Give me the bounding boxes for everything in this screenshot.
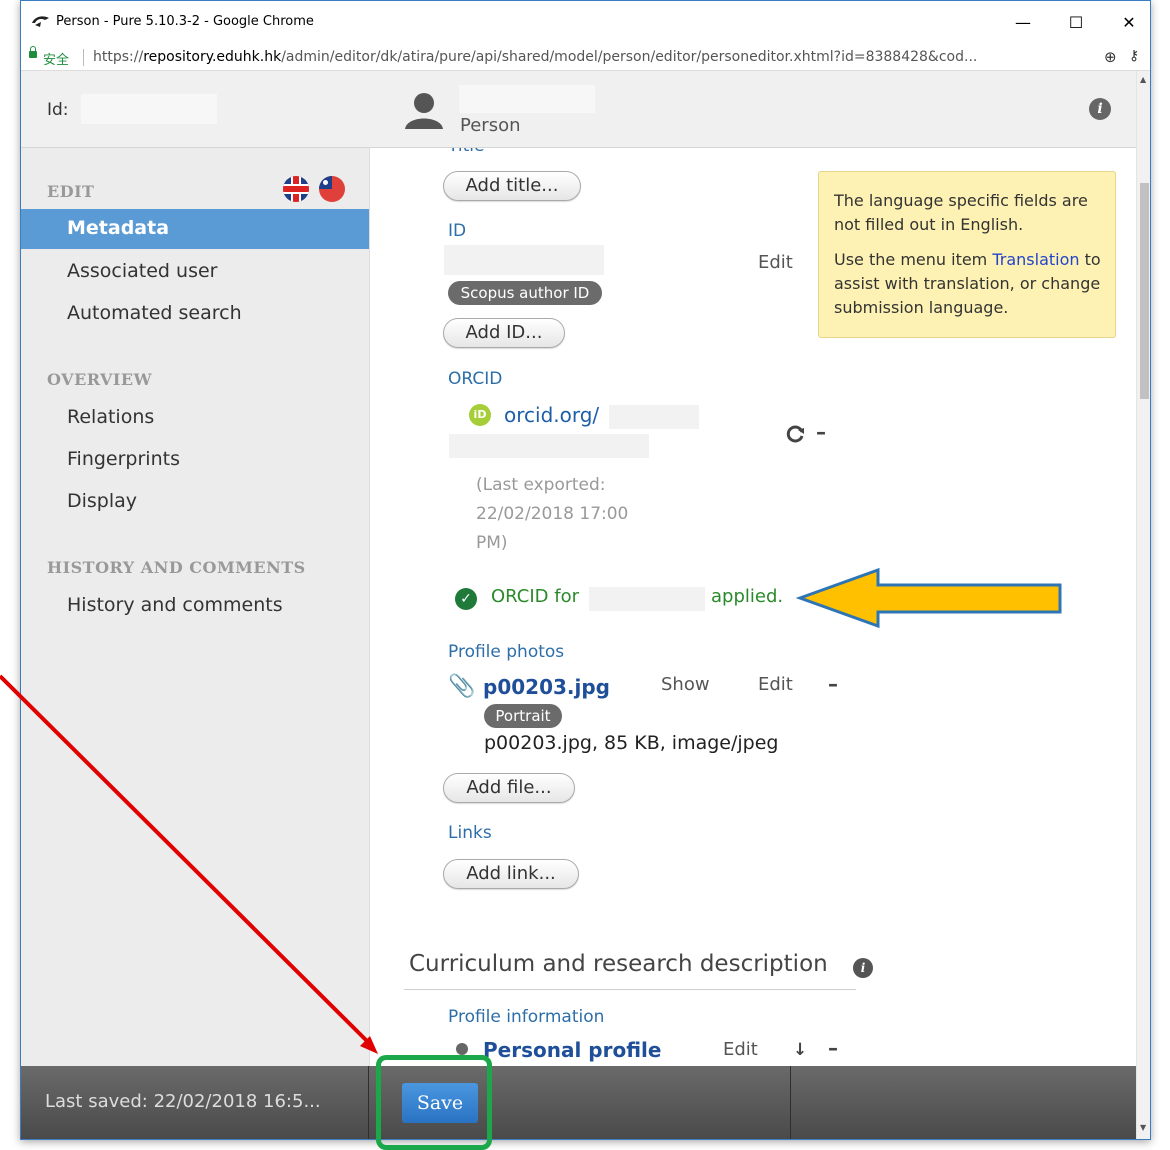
sidebar-heading-overview: OVERVIEW — [47, 370, 153, 389]
remove-profile-icon[interactable]: – — [828, 1036, 838, 1060]
id-value-redacted — [444, 245, 604, 275]
sidebar-item-automated-search[interactable]: Automated search — [67, 302, 242, 324]
orcid-applied-prefix: ORCID for — [491, 586, 579, 607]
person-name-redacted — [459, 85, 595, 113]
scroll-up-icon[interactable]: ▲ — [1140, 75, 1146, 84]
scopus-author-id-tag: Scopus author ID — [448, 281, 602, 305]
personal-profile-link[interactable]: Personal profile — [483, 1038, 661, 1062]
move-down-icon[interactable]: ↓ — [793, 1040, 807, 1060]
orcid-link[interactable]: orcid.org/ — [504, 403, 599, 427]
add-link-button[interactable]: Add link... — [443, 859, 579, 889]
key-icon[interactable]: ⚷ — [1129, 48, 1139, 64]
translation-link[interactable]: Translation — [992, 250, 1079, 269]
orcid-name-redacted — [589, 587, 705, 611]
orcid-label: ORCID — [448, 369, 503, 389]
person-type-label: Person — [460, 115, 521, 136]
add-title-button[interactable]: Add title... — [443, 171, 581, 201]
footer-bar: Last saved: 22/02/2018 16:5... Save — [21, 1066, 1136, 1139]
secure-label: 安全 — [43, 53, 70, 68]
taiwan-flag-icon[interactable] — [319, 176, 345, 202]
id-field-label: ID — [448, 221, 467, 241]
sidebar-item-display[interactable]: Display — [67, 490, 137, 512]
sidebar-item-metadata[interactable]: Metadata — [21, 209, 383, 249]
zoom-icon[interactable]: ⊕ — [1104, 48, 1117, 66]
sidebar-heading-history: HISTORY AND COMMENTS — [47, 558, 306, 577]
curriculum-section-title: Curriculum and research description — [409, 951, 828, 977]
remove-orcid-icon[interactable]: – — [816, 420, 826, 444]
title-label: Title — [448, 148, 484, 156]
profile-photos-label: Profile photos — [448, 642, 565, 662]
photo-file-link[interactable]: p00203.jpg — [483, 675, 610, 699]
curriculum-info-icon[interactable]: i — [853, 958, 873, 978]
photo-show-link[interactable]: Show — [661, 674, 710, 695]
sidebar-heading-edit: EDIT — [47, 182, 95, 201]
orcid-id-redacted — [609, 405, 699, 429]
add-file-button[interactable]: Add file... — [443, 773, 575, 803]
person-icon — [405, 93, 443, 129]
tooltip-line1: The language specific fields are not fil… — [834, 191, 1088, 234]
lock-icon — [29, 46, 37, 58]
scrollbar-thumb[interactable] — [1140, 183, 1149, 399]
tooltip-line2-prefix: Use the menu item — [834, 250, 993, 269]
orcid-icon: iD — [469, 404, 491, 426]
refresh-icon[interactable] — [786, 424, 806, 444]
url-host: repository.eduhk.hk — [143, 49, 282, 65]
address-bar[interactable]: 安全 https://repository.eduhk.hk/admin/edi… — [21, 45, 1150, 71]
profile-information-label: Profile information — [448, 1007, 605, 1027]
bullet-icon — [456, 1043, 468, 1055]
section-divider — [404, 989, 856, 990]
window-title: Person - Pure 5.10.3-2 - Google Chrome — [56, 14, 314, 29]
paperclip-icon: 📎 — [448, 674, 476, 699]
photo-edit-link[interactable]: Edit — [758, 674, 793, 695]
browser-window: Person - Pure 5.10.3-2 - Google Chrome —… — [20, 0, 1151, 1140]
portrait-tag: Portrait — [484, 704, 562, 728]
links-label: Links — [448, 823, 492, 843]
info-icon[interactable]: i — [1089, 98, 1111, 120]
footer-divider-2 — [790, 1066, 791, 1139]
scroll-down-icon[interactable]: ▼ — [1140, 1123, 1146, 1132]
orcid-applied-suffix: applied. — [711, 586, 784, 607]
vertical-scrollbar[interactable]: ▲ ▼ — [1136, 71, 1150, 1139]
id-label: Id: — [47, 100, 69, 120]
personal-profile-edit-link[interactable]: Edit — [723, 1039, 758, 1060]
orcid-id-redacted-2 — [449, 434, 649, 458]
id-edit-link[interactable]: Edit — [758, 252, 793, 273]
last-exported-line3: PM) — [476, 533, 508, 553]
minimize-button[interactable]: — — [1003, 9, 1043, 37]
remove-photo-icon[interactable]: – — [828, 672, 838, 696]
pure-logo-icon — [32, 16, 49, 27]
address-separator — [83, 49, 84, 66]
sidebar-item-fingerprints[interactable]: Fingerprints — [67, 448, 180, 470]
maximize-button[interactable]: ☐ — [1056, 9, 1096, 37]
photo-details: p00203.jpg, 85 KB, image/jpeg — [484, 732, 779, 754]
sidebar-item-relations[interactable]: Relations — [67, 406, 154, 428]
sidebar-item-history-and-comments[interactable]: History and comments — [67, 594, 283, 616]
sidebar: EDIT Metadata Associated user Automated … — [21, 148, 383, 1066]
tooltip-line2: Use the menu item Translation to assist … — [834, 248, 1110, 320]
close-button[interactable]: ✕ — [1109, 9, 1149, 37]
url-text[interactable]: https://repository.eduhk.hk/admin/editor… — [93, 49, 977, 65]
url-prefix: https:// — [93, 49, 144, 65]
editor-content: Title Add title... ID Edit Scopus author… — [369, 148, 891, 1066]
success-check-icon: ✓ — [455, 588, 477, 610]
footer-divider — [368, 1066, 369, 1139]
last-saved-text: Last saved: 22/02/2018 16:5... — [45, 1091, 321, 1112]
last-exported-line1: (Last exported: — [476, 475, 606, 495]
uk-flag-icon[interactable] — [283, 176, 309, 202]
url-path: /admin/editor/dk/atira/pure/api/shared/m… — [281, 49, 978, 65]
sidebar-item-label: Metadata — [67, 217, 170, 239]
editor-header: Id: Person i — [21, 71, 1136, 148]
title-bar: Person - Pure 5.10.3-2 - Google Chrome —… — [21, 1, 1150, 45]
sidebar-item-associated-user[interactable]: Associated user — [67, 260, 217, 282]
language-warning-tooltip: The language specific fields are not fil… — [818, 171, 1116, 338]
save-highlight-box — [376, 1055, 492, 1150]
id-redacted — [81, 94, 217, 124]
add-id-button[interactable]: Add ID... — [443, 318, 565, 348]
last-exported-line2: 22/02/2018 17:00 — [476, 504, 629, 524]
